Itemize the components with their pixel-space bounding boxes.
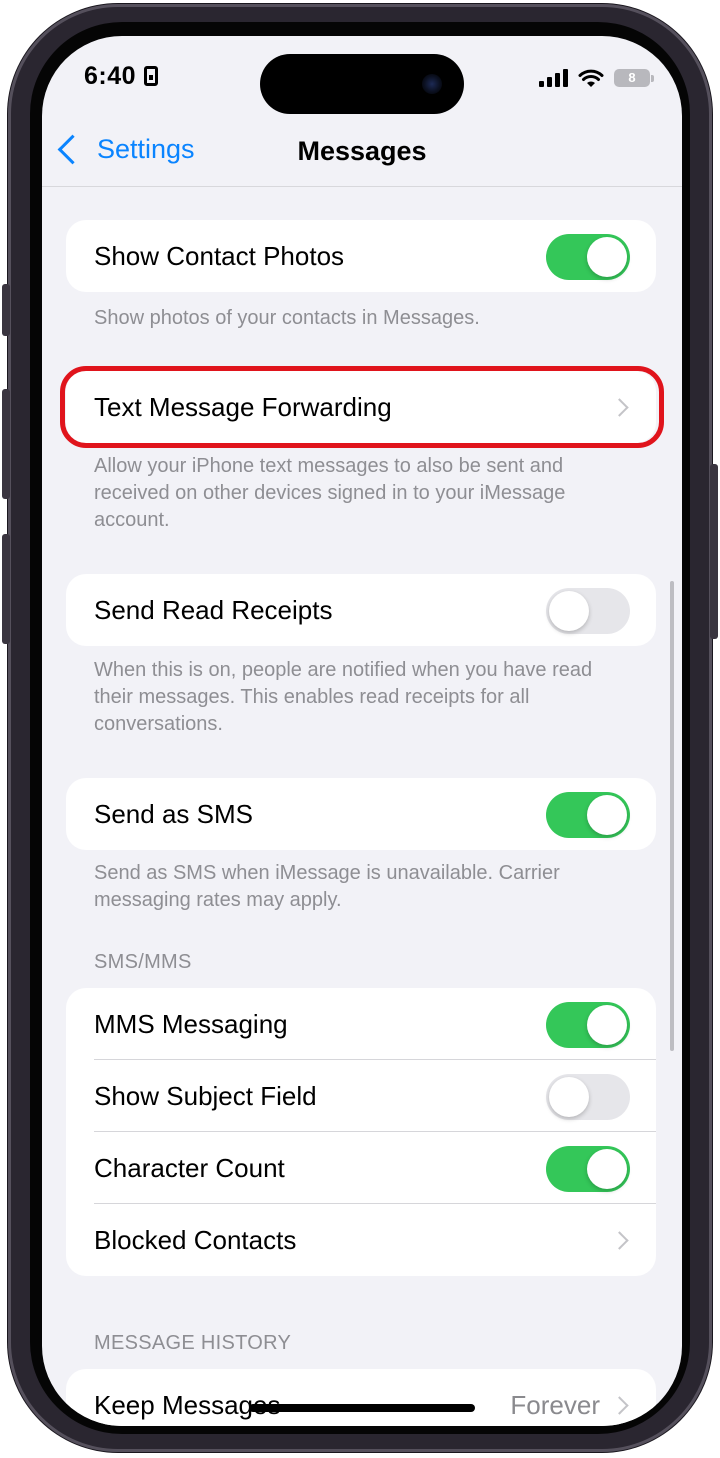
- show-subject-field-toggle[interactable]: [546, 1074, 630, 1120]
- status-time: 6:40: [84, 62, 159, 91]
- toggle-knob: [587, 1005, 627, 1045]
- screen: 6:40 8 Settings Messages Show Contact Ph…: [42, 36, 682, 1426]
- send-read-receipts-row: Send Read Receipts: [66, 574, 656, 646]
- toggle-knob: [587, 795, 627, 835]
- mms-messaging-row: MMS Messaging: [66, 988, 656, 1060]
- character-count-row: Character Count: [66, 1132, 656, 1204]
- send-as-sms-group: Send as SMS: [66, 778, 656, 850]
- status-icons: 8: [539, 68, 654, 88]
- send-read-receipts-label: Send Read Receipts: [94, 594, 333, 625]
- show-contact-photos-toggle[interactable]: [546, 234, 630, 280]
- volume-up-button: [2, 389, 10, 499]
- keep-messages-row[interactable]: Keep Messages Forever: [66, 1369, 656, 1426]
- toggle-knob: [587, 237, 627, 277]
- chevron-right-icon: [610, 1395, 629, 1415]
- action-button: [2, 284, 10, 336]
- sms-mms-section-header: SMS/MMS: [94, 951, 192, 973]
- battery-icon: 8: [614, 69, 654, 87]
- toggle-knob: [549, 591, 589, 631]
- page-title: Messages: [297, 136, 427, 166]
- power-button: [710, 464, 718, 639]
- blocked-contacts-label: Blocked Contacts: [94, 1224, 297, 1255]
- character-count-toggle[interactable]: [546, 1146, 630, 1192]
- mms-messaging-label: MMS Messaging: [94, 1008, 288, 1039]
- send-as-sms-toggle[interactable]: [546, 792, 630, 838]
- show-contact-photos-label: Show Contact Photos: [94, 240, 345, 271]
- blocked-contacts-row[interactable]: Blocked Contacts: [66, 1204, 656, 1276]
- volume-down-button: [2, 534, 10, 644]
- show-subject-field-row: Show Subject Field: [66, 1060, 656, 1132]
- message-history-group: Keep Messages Forever: [66, 1369, 656, 1426]
- show-subject-field-label: Show Subject Field: [94, 1080, 317, 1111]
- wifi-icon: [578, 69, 604, 87]
- show-contact-photos-footer: Show photos of your contacts in Messages…: [94, 307, 480, 329]
- send-read-receipts-toggle[interactable]: [546, 588, 630, 634]
- toggle-knob: [587, 1149, 627, 1189]
- sms-mms-group: MMS Messaging Show Subject Field Charact…: [66, 988, 656, 1276]
- send-as-sms-row: Send as SMS: [66, 778, 656, 850]
- message-history-section-header: MESSAGE HISTORY: [94, 1332, 292, 1354]
- show-contact-photos-row: Show Contact Photos: [66, 220, 656, 292]
- show-contact-photos-group: Show Contact Photos: [66, 220, 656, 292]
- read-receipts-group: Send Read Receipts: [66, 574, 656, 646]
- battery-level: 8: [628, 70, 636, 85]
- send-as-sms-footer: Send as SMS when iMessage is unavailable…: [94, 862, 560, 911]
- home-indicator[interactable]: [249, 1404, 475, 1412]
- send-as-sms-label: Send as SMS: [94, 798, 253, 829]
- camera-icon: [422, 74, 442, 94]
- character-count-label: Character Count: [94, 1152, 285, 1183]
- scrollbar[interactable]: [670, 581, 674, 1051]
- read-receipts-footer: When this is on, people are notified whe…: [94, 659, 593, 735]
- chevron-right-icon: [610, 1230, 629, 1250]
- cellular-signal-icon: [539, 69, 568, 87]
- time-text: 6:40: [84, 62, 137, 90]
- mms-messaging-toggle[interactable]: [546, 1002, 630, 1048]
- navigation-bar: Settings Messages: [42, 124, 682, 187]
- toggle-knob: [549, 1077, 589, 1117]
- text-forwarding-footer: Allow your iPhone text messages to also …: [94, 455, 566, 531]
- id-badge-icon: [144, 66, 159, 86]
- dynamic-island: [260, 54, 464, 114]
- keep-messages-value: Forever: [510, 1389, 600, 1420]
- highlight-annotation: [60, 366, 664, 448]
